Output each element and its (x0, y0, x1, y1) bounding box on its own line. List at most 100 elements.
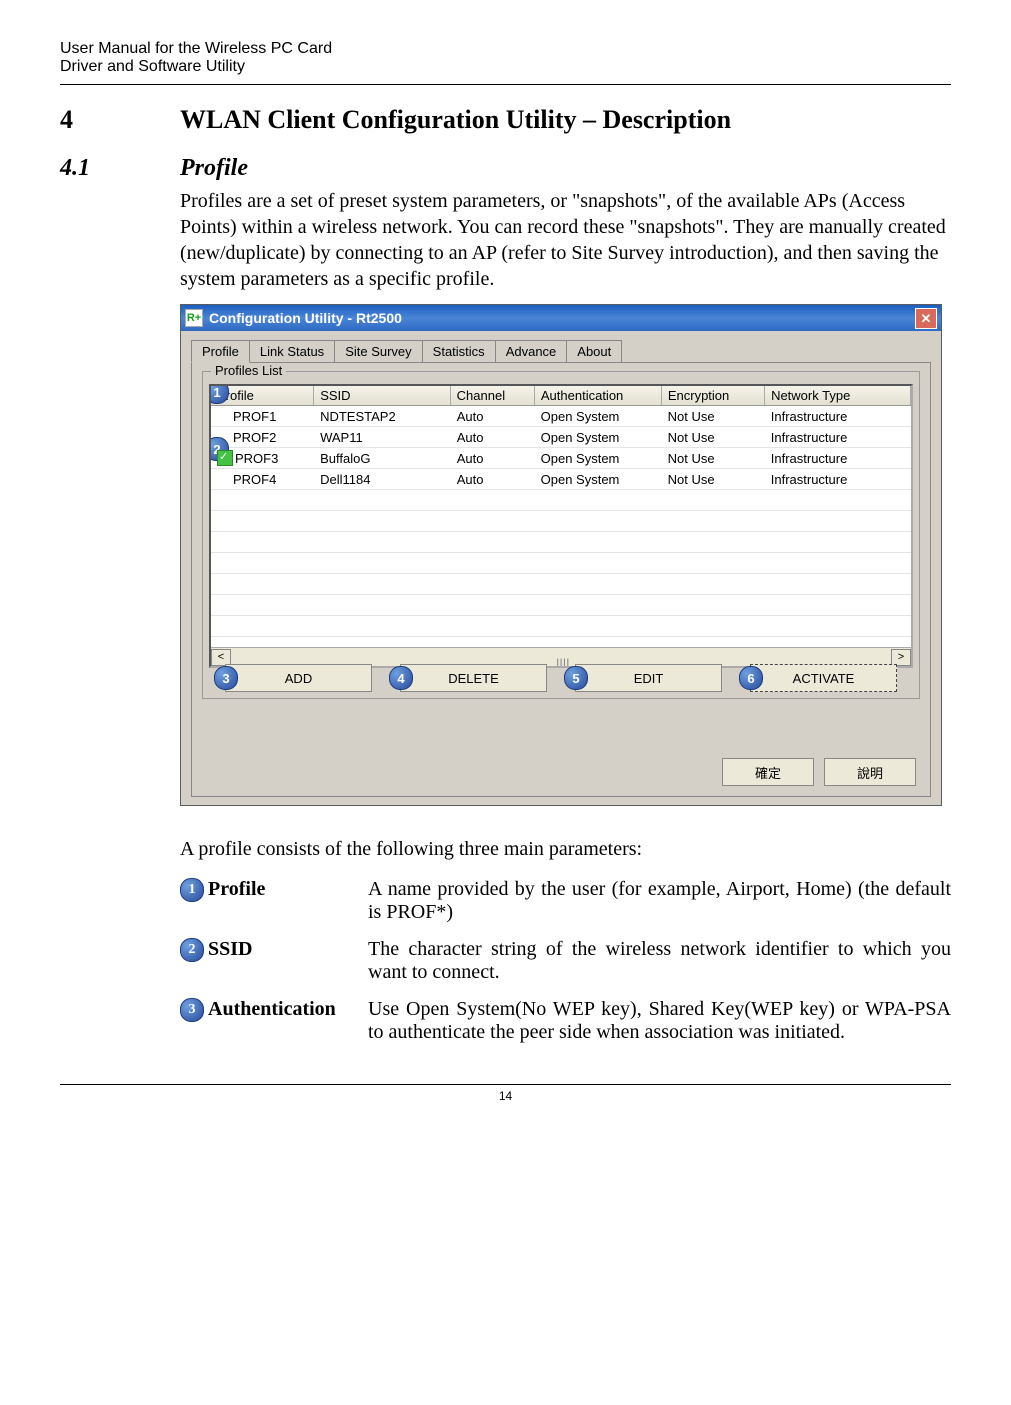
definition-item: 1 Profile A name provided by the user (f… (180, 878, 951, 924)
cell-ssid: NDTESTAP2 (314, 409, 451, 424)
table-row[interactable]: PROF1 NDTESTAP2 Auto Open System Not Use… (211, 406, 911, 427)
add-button[interactable]: 3 ADD (225, 664, 372, 692)
definition-term-ssid: SSID (208, 938, 368, 984)
active-icon (217, 472, 231, 486)
table-row[interactable]: PROF4 Dell1184 Auto Open System Not Use … (211, 469, 911, 490)
callout-bubble-4: 4 (389, 666, 413, 690)
callout-bubble-5: 5 (564, 666, 588, 690)
active-check-icon (217, 450, 233, 466)
cell-channel: Auto (451, 451, 535, 466)
after-screenshot-text: A profile consists of the following thre… (180, 836, 951, 862)
help-button[interactable]: 說明 (824, 758, 916, 786)
cell-channel: Auto (451, 430, 535, 445)
tab-advance[interactable]: Advance (495, 340, 568, 363)
activate-button[interactable]: 6 ACTIVATE (750, 664, 897, 692)
profiles-list-group: Profiles List 1 2 Profile SSID Channel A… (202, 371, 920, 699)
delete-button-label: DELETE (448, 671, 499, 686)
tab-panel-profile: Profiles List 1 2 Profile SSID Channel A… (191, 362, 931, 797)
table-row[interactable] (211, 553, 911, 574)
config-utility-window: R+ Configuration Utility - Rt2500 ✕ Prof… (180, 304, 942, 806)
scroll-right-icon[interactable]: > (891, 649, 911, 666)
table-row[interactable] (211, 490, 911, 511)
section-number: 4 (60, 105, 180, 135)
cell-ssid: WAP11 (314, 430, 451, 445)
header-line-1: User Manual for the Wireless PC Card (60, 40, 951, 58)
intro-paragraph: Profiles are a set of preset system para… (180, 188, 951, 292)
section-heading: 4 WLAN Client Configuration Utility – De… (60, 105, 951, 135)
page-number: 14 (499, 1089, 512, 1103)
definition-desc-profile: A name provided by the user (for example… (368, 878, 951, 924)
table-row[interactable] (211, 574, 911, 595)
table-row[interactable] (211, 616, 911, 637)
cell-net: Infrastructure (765, 472, 911, 487)
profile-buttons-row: 3 ADD 4 DELETE 5 EDIT 6 (203, 664, 919, 692)
tab-site-survey[interactable]: Site Survey (334, 340, 422, 363)
tab-about[interactable]: About (566, 340, 622, 363)
app-icon: R+ (185, 309, 203, 327)
col-authentication[interactable]: Authentication (535, 386, 662, 405)
cell-ssid: Dell1184 (314, 472, 451, 487)
active-icon (217, 409, 231, 423)
cell-profile: PROF2 (233, 430, 276, 445)
cell-channel: Auto (451, 409, 535, 424)
table-row[interactable] (211, 511, 911, 532)
ok-button[interactable]: 確定 (722, 758, 814, 786)
tabstrip: Profile Link Status Site Survey Statisti… (191, 340, 931, 363)
listview-header: Profile SSID Channel Authentication Encr… (211, 386, 911, 406)
group-label: Profiles List (211, 363, 286, 378)
cell-auth: Open System (535, 409, 662, 424)
bullet-3-icon: 3 (180, 998, 204, 1022)
cell-enc: Not Use (662, 430, 765, 445)
subsection-number: 4.1 (60, 155, 180, 182)
close-icon[interactable]: ✕ (915, 308, 937, 329)
titlebar: R+ Configuration Utility - Rt2500 ✕ (181, 305, 941, 331)
callout-bubble-6: 6 (739, 666, 763, 690)
cell-enc: Not Use (662, 472, 765, 487)
tab-link-status[interactable]: Link Status (249, 340, 335, 363)
col-network-type[interactable]: Network Type (765, 386, 911, 405)
table-row[interactable] (211, 532, 911, 553)
edit-button-label: EDIT (634, 671, 664, 686)
bullet-2-icon: 2 (180, 938, 204, 962)
col-encryption[interactable]: Encryption (662, 386, 765, 405)
scroll-thumb-icon[interactable]: |||| (556, 656, 566, 659)
definition-item: 2 SSID The character string of the wirel… (180, 938, 951, 984)
profiles-listview[interactable]: 1 2 Profile SSID Channel Authentication … (209, 384, 913, 668)
tab-statistics[interactable]: Statistics (422, 340, 496, 363)
definition-term-authentication: Authentication (208, 998, 368, 1044)
definition-desc-authentication: Use Open System(No WEP key), Shared Key(… (368, 998, 951, 1044)
cell-ssid: BuffaloG (314, 451, 451, 466)
definition-desc-ssid: The character string of the wireless net… (368, 938, 951, 984)
cell-profile: PROF4 (233, 472, 276, 487)
cell-net: Infrastructure (765, 409, 911, 424)
active-icon (217, 430, 231, 444)
add-button-label: ADD (285, 671, 312, 686)
scroll-left-icon[interactable]: < (211, 649, 231, 666)
definition-item: 3 Authentication Use Open System(No WEP … (180, 998, 951, 1044)
cell-auth: Open System (535, 451, 662, 466)
table-row[interactable] (211, 595, 911, 616)
definitions-list: 1 Profile A name provided by the user (f… (180, 878, 951, 1044)
section-title: WLAN Client Configuration Utility – Desc… (180, 105, 731, 135)
delete-button[interactable]: 4 DELETE (400, 664, 547, 692)
bullet-1-icon: 1 (180, 878, 204, 902)
table-row[interactable]: PROF3 BuffaloG Auto Open System Not Use … (211, 448, 911, 469)
subsection-heading: 4.1 Profile (60, 155, 951, 182)
cell-net: Infrastructure (765, 430, 911, 445)
cell-net: Infrastructure (765, 451, 911, 466)
cell-enc: Not Use (662, 409, 765, 424)
col-ssid[interactable]: SSID (314, 386, 450, 405)
subsection-title: Profile (180, 155, 248, 182)
page-footer: 14 (60, 1084, 951, 1103)
cell-channel: Auto (451, 472, 535, 487)
window-title: Configuration Utility - Rt2500 (209, 310, 402, 326)
activate-button-label: ACTIVATE (793, 671, 855, 686)
edit-button[interactable]: 5 EDIT (575, 664, 722, 692)
callout-bubble-3: 3 (214, 666, 238, 690)
tab-profile[interactable]: Profile (191, 340, 250, 363)
cell-profile: PROF3 (235, 451, 278, 466)
col-channel[interactable]: Channel (451, 386, 535, 405)
table-row[interactable]: PROF2 WAP11 Auto Open System Not Use Inf… (211, 427, 911, 448)
definition-term-profile: Profile (208, 878, 368, 924)
cell-auth: Open System (535, 472, 662, 487)
